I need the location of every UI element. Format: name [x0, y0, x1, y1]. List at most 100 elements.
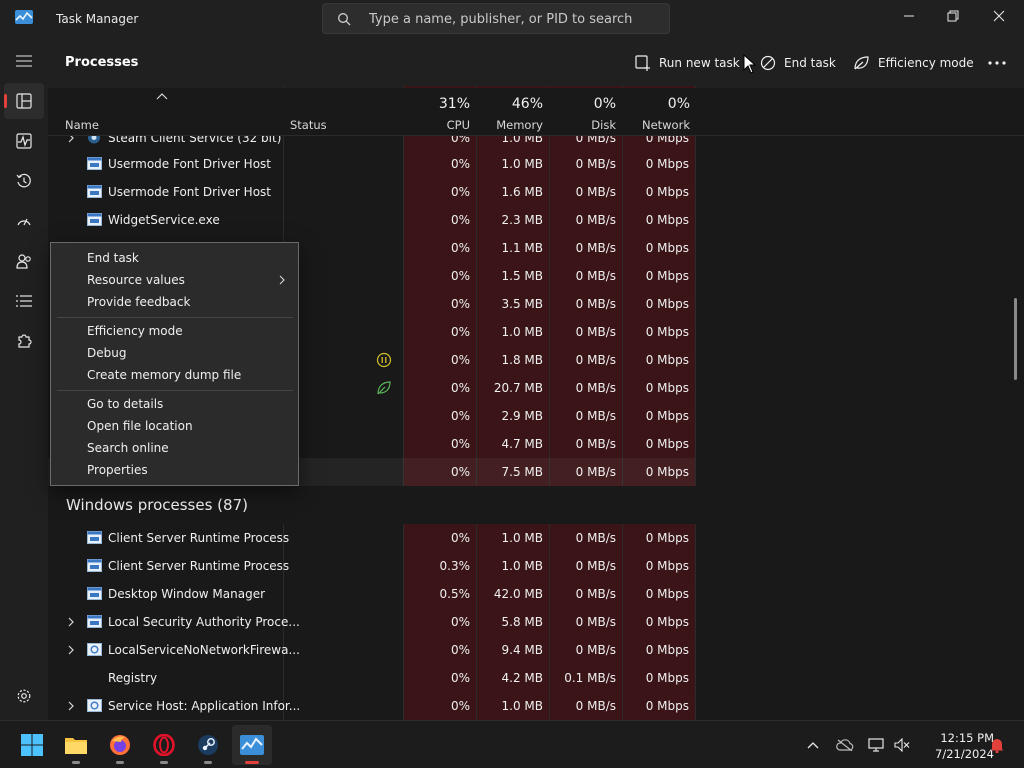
- network-value: 0 Mbps: [645, 157, 689, 171]
- taskbar-task-manager[interactable]: [232, 725, 272, 765]
- speaker-muted-icon: [894, 738, 910, 752]
- cpu-value: 0%: [450, 531, 470, 545]
- monitor-network-icon: [868, 738, 884, 752]
- disk-value: 0 MB/s: [575, 381, 616, 395]
- taskbar-opera[interactable]: [144, 725, 184, 765]
- vertical-scrollbar[interactable]: [1014, 298, 1017, 380]
- search-box[interactable]: [322, 3, 670, 34]
- restore-button[interactable]: [930, 0, 976, 32]
- menu-item-label: Debug: [87, 346, 127, 360]
- network-column-header[interactable]: 0% Network: [623, 88, 696, 136]
- chevron-right-icon[interactable]: [66, 644, 76, 656]
- menu-item-debug[interactable]: Debug: [52, 342, 297, 364]
- cpu-column-header[interactable]: 31% CPU: [404, 88, 476, 136]
- hamburger-menu-button[interactable]: [4, 43, 44, 79]
- chevron-right-icon: [279, 275, 285, 285]
- menu-item-go-to-details[interactable]: Go to details: [52, 393, 297, 415]
- disk-value: 0 MB/s: [575, 213, 616, 227]
- network-value: 0 Mbps: [645, 559, 689, 573]
- taskbar-firefox[interactable]: [100, 725, 140, 765]
- minimize-button[interactable]: [886, 0, 932, 32]
- close-button[interactable]: [976, 0, 1022, 32]
- disk-column-header[interactable]: 0% Disk: [550, 88, 622, 136]
- table-row[interactable]: Local Security Authority Proce... 0% 5.8…: [48, 608, 1024, 636]
- chevron-right-icon[interactable]: [66, 616, 76, 628]
- disk-value: 0 MB/s: [575, 643, 616, 657]
- memory-column-header[interactable]: 46% Memory: [477, 88, 549, 136]
- history-icon: [16, 173, 31, 188]
- memory-value: 1.0 MB: [501, 157, 543, 171]
- menu-item-end-task[interactable]: End task: [52, 247, 297, 269]
- table-row[interactable]: WidgetService.exe 0% 2.3 MB 0 MB/s 0 Mbp…: [48, 206, 1024, 234]
- nav-processes[interactable]: [4, 83, 44, 119]
- nav-details[interactable]: [4, 283, 44, 319]
- end-task-button[interactable]: End task: [760, 53, 836, 73]
- menu-item-open-file-location[interactable]: Open file location: [52, 415, 297, 437]
- nav-app-history[interactable]: [4, 163, 44, 199]
- memory-value: 3.5 MB: [501, 297, 543, 311]
- menu-item-search-online[interactable]: Search online: [52, 437, 297, 459]
- menu-item-provide-feedback[interactable]: Provide feedback: [52, 291, 297, 313]
- process-name: Client Server Runtime Process: [108, 531, 290, 545]
- table-row[interactable]: Client Server Runtime Process 0% 1.0 MB …: [48, 524, 1024, 552]
- start-button[interactable]: [12, 725, 52, 765]
- status-column-header[interactable]: Status: [284, 88, 403, 136]
- cpu-value: 0%: [450, 325, 470, 339]
- efficiency-mode-leaf-icon: [377, 381, 391, 395]
- nav-users[interactable]: [4, 243, 44, 279]
- leaf-icon: [854, 56, 869, 70]
- disk-value: 0 MB/s: [575, 531, 616, 545]
- table-row[interactable]: Client Server Runtime Process 0.3% 1.0 M…: [48, 552, 1024, 580]
- nav-performance[interactable]: [4, 123, 44, 159]
- window-app-icon: [87, 213, 102, 226]
- disk-value: 0 MB/s: [575, 297, 616, 311]
- network-value: 0 Mbps: [645, 241, 689, 255]
- nav-settings[interactable]: [4, 678, 44, 714]
- notifications-button[interactable]: [986, 721, 1008, 768]
- menu-item-create-memory-dump[interactable]: Create memory dump file: [52, 364, 297, 386]
- run-new-task-button[interactable]: Run new task: [635, 53, 740, 73]
- running-indicator: [245, 761, 259, 764]
- window-title: Task Manager: [56, 12, 139, 26]
- efficiency-mode-label: Efficiency mode: [878, 56, 974, 70]
- menu-separator: [57, 317, 293, 318]
- network-value: 0 Mbps: [645, 297, 689, 311]
- name-column-header[interactable]: Name: [48, 88, 283, 136]
- table-row[interactable]: Usermode Font Driver Host 0% 1.6 MB 0 MB…: [48, 178, 1024, 206]
- table-row[interactable]: Service Host: Application Infor... 0% 1.…: [48, 692, 1024, 720]
- table-row[interactable]: Desktop Window Manager 0.5% 42.0 MB 0 MB…: [48, 580, 1024, 608]
- network-tray-button[interactable]: [864, 721, 888, 768]
- onedrive-tray-button[interactable]: [832, 721, 858, 768]
- menu-separator: [57, 390, 293, 391]
- menu-item-label: Create memory dump file: [87, 368, 242, 382]
- taskbar: 12:15 PM 7/21/2024: [0, 720, 1024, 768]
- table-row[interactable]: Usermode Font Driver Host 0% 1.0 MB 0 MB…: [48, 150, 1024, 178]
- volume-tray-button[interactable]: [890, 721, 914, 768]
- memory-value: 4.7 MB: [501, 437, 543, 451]
- nav-startup-apps[interactable]: [4, 203, 44, 239]
- memory-value: 1.0 MB: [501, 531, 543, 545]
- menu-item-efficiency-mode[interactable]: Efficiency mode: [52, 320, 297, 342]
- chevron-right-icon[interactable]: [66, 700, 76, 712]
- group-header-row[interactable]: Windows processes (87): [48, 486, 1024, 524]
- cpu-value: 0%: [450, 269, 470, 283]
- disk-value: 0 MB/s: [575, 241, 616, 255]
- nav-services[interactable]: [4, 323, 44, 359]
- menu-item-properties[interactable]: Properties: [52, 459, 297, 481]
- cpu-value: 0.5%: [439, 587, 471, 601]
- window-app-icon: [87, 615, 102, 628]
- clock[interactable]: 12:15 PM 7/21/2024: [914, 730, 994, 762]
- efficiency-mode-button[interactable]: Efficiency mode: [853, 53, 974, 73]
- memory-value: 5.8 MB: [501, 615, 543, 629]
- table-row[interactable]: LocalServiceNoNetworkFirewa... 0% 9.4 MB…: [48, 636, 1024, 664]
- search-input[interactable]: [369, 9, 659, 29]
- menu-item-resource-values[interactable]: Resource values: [52, 269, 297, 291]
- taskbar-steam[interactable]: [188, 725, 228, 765]
- disk-value: 0 MB/s: [575, 325, 616, 339]
- table-row[interactable]: Registry 0% 4.2 MB 0.1 MB/s 0 Mbps: [48, 664, 1024, 692]
- disk-total-percent: 0%: [593, 96, 616, 112]
- more-options-button[interactable]: [988, 53, 1014, 73]
- network-total-percent: 0%: [667, 96, 690, 112]
- taskbar-file-explorer[interactable]: [56, 725, 96, 765]
- show-hidden-icons-button[interactable]: [800, 721, 826, 768]
